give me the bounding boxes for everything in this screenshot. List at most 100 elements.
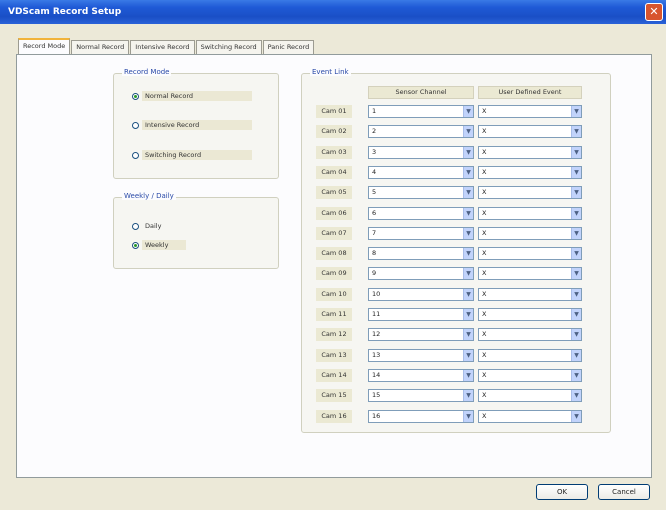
- chevron-down-icon[interactable]: ▼: [463, 147, 473, 158]
- tab-panic-record[interactable]: Panic Record: [262, 40, 315, 54]
- chevron-down-icon[interactable]: ▼: [571, 390, 581, 401]
- chevron-down-icon[interactable]: ▼: [463, 329, 473, 340]
- chevron-down-icon[interactable]: ▼: [463, 167, 473, 178]
- sensor-channel-select[interactable]: 6 ▼: [368, 207, 474, 220]
- select-value: 16: [372, 412, 381, 420]
- select-value: 12: [372, 330, 381, 338]
- sensor-channel-select[interactable]: 10 ▼: [368, 288, 474, 301]
- cam-label: Cam 06: [316, 207, 352, 220]
- select-value: 7: [372, 229, 377, 237]
- sensor-channel-select[interactable]: 14 ▼: [368, 369, 474, 382]
- user-event-select[interactable]: X ▼: [478, 146, 582, 159]
- user-event-select[interactable]: X ▼: [478, 288, 582, 301]
- chevron-down-icon[interactable]: ▼: [463, 106, 473, 117]
- chevron-down-icon[interactable]: ▼: [463, 370, 473, 381]
- chevron-down-icon[interactable]: ▼: [571, 309, 581, 320]
- user-event-select[interactable]: X ▼: [478, 349, 582, 362]
- chevron-down-icon[interactable]: ▼: [463, 411, 473, 422]
- select-value: 1: [372, 107, 377, 115]
- select-value: 6: [372, 209, 377, 217]
- tab-intensive-record[interactable]: Intensive Record: [130, 40, 195, 54]
- chevron-down-icon[interactable]: ▼: [463, 248, 473, 259]
- user-event-select[interactable]: X ▼: [478, 125, 582, 138]
- tab-switching-record[interactable]: Switching Record: [195, 40, 262, 54]
- chevron-down-icon[interactable]: ▼: [463, 228, 473, 239]
- user-event-select[interactable]: X ▼: [478, 410, 582, 423]
- select-value: 5: [372, 188, 377, 196]
- user-event-select[interactable]: X ▼: [478, 247, 582, 260]
- sensor-channel-select[interactable]: 5 ▼: [368, 186, 474, 199]
- chevron-down-icon[interactable]: ▼: [571, 126, 581, 137]
- chevron-down-icon[interactable]: ▼: [571, 289, 581, 300]
- radio-intensive-record[interactable]: Intensive Record: [132, 119, 252, 131]
- select-value: 4: [372, 168, 377, 176]
- chevron-down-icon[interactable]: ▼: [571, 187, 581, 198]
- user-event-select[interactable]: X ▼: [478, 186, 582, 199]
- sensor-channel-select[interactable]: 1 ▼: [368, 105, 474, 118]
- sensor-channel-select[interactable]: 2 ▼: [368, 125, 474, 138]
- chevron-down-icon[interactable]: ▼: [571, 147, 581, 158]
- user-event-select[interactable]: X ▼: [478, 105, 582, 118]
- chevron-down-icon[interactable]: ▼: [571, 329, 581, 340]
- select-value: 13: [372, 351, 381, 359]
- chevron-down-icon[interactable]: ▼: [463, 268, 473, 279]
- chevron-down-icon[interactable]: ▼: [571, 411, 581, 422]
- radio-normal-record[interactable]: Normal Record: [132, 90, 252, 102]
- sensor-channel-select[interactable]: 13 ▼: [368, 349, 474, 362]
- radio-switching-record[interactable]: Switching Record: [132, 149, 252, 161]
- sensor-channel-select[interactable]: 3 ▼: [368, 146, 474, 159]
- chevron-down-icon[interactable]: ▼: [571, 350, 581, 361]
- chevron-down-icon[interactable]: ▼: [463, 187, 473, 198]
- user-event-select[interactable]: X ▼: [478, 389, 582, 402]
- sensor-channel-select[interactable]: 16 ▼: [368, 410, 474, 423]
- user-event-select[interactable]: X ▼: [478, 207, 582, 220]
- user-event-select[interactable]: X ▼: [478, 328, 582, 341]
- cancel-button[interactable]: Cancel: [598, 484, 650, 500]
- radio-icon[interactable]: [132, 151, 139, 159]
- event-link-title: Event Link: [310, 68, 351, 76]
- tab-normal-record[interactable]: Normal Record: [71, 40, 130, 54]
- sensor-channel-select[interactable]: 9 ▼: [368, 267, 474, 280]
- sensor-channel-select[interactable]: 11 ▼: [368, 308, 474, 321]
- tab-panel: Record Mode Normal Record Intensive Reco…: [16, 54, 652, 478]
- chevron-down-icon[interactable]: ▼: [463, 208, 473, 219]
- select-value: 11: [372, 310, 381, 318]
- chevron-down-icon[interactable]: ▼: [571, 248, 581, 259]
- chevron-down-icon[interactable]: ▼: [463, 390, 473, 401]
- user-event-select[interactable]: X ▼: [478, 267, 582, 280]
- sensor-channel-select[interactable]: 7 ▼: [368, 227, 474, 240]
- user-event-select[interactable]: X ▼: [478, 369, 582, 382]
- sensor-channel-select[interactable]: 15 ▼: [368, 389, 474, 402]
- user-event-select[interactable]: X ▼: [478, 308, 582, 321]
- ok-button[interactable]: OK: [536, 484, 588, 500]
- close-icon[interactable]: ✕: [645, 3, 663, 21]
- user-event-select[interactable]: X ▼: [478, 227, 582, 240]
- radio-daily[interactable]: Daily: [132, 220, 164, 232]
- chevron-down-icon[interactable]: ▼: [463, 126, 473, 137]
- select-value: X: [482, 391, 487, 399]
- radio-label: Normal Record: [142, 91, 252, 101]
- sensor-channel-select[interactable]: 4 ▼: [368, 166, 474, 179]
- chevron-down-icon[interactable]: ▼: [571, 106, 581, 117]
- radio-weekly[interactable]: Weekly: [132, 239, 186, 251]
- radio-icon[interactable]: [132, 121, 139, 129]
- radio-icon[interactable]: [132, 92, 139, 100]
- chevron-down-icon[interactable]: ▼: [571, 228, 581, 239]
- chevron-down-icon[interactable]: ▼: [571, 268, 581, 279]
- chevron-down-icon[interactable]: ▼: [571, 167, 581, 178]
- chevron-down-icon[interactable]: ▼: [463, 309, 473, 320]
- select-value: 14: [372, 371, 381, 379]
- sensor-channel-select[interactable]: 12 ▼: [368, 328, 474, 341]
- user-event-select[interactable]: X ▼: [478, 166, 582, 179]
- chevron-down-icon[interactable]: ▼: [571, 370, 581, 381]
- radio-icon[interactable]: [132, 222, 139, 230]
- chevron-down-icon[interactable]: ▼: [463, 350, 473, 361]
- radio-label: Daily: [145, 222, 162, 230]
- radio-icon[interactable]: [132, 241, 139, 249]
- sensor-channel-select[interactable]: 8 ▼: [368, 247, 474, 260]
- cam-label: Cam 14: [316, 369, 352, 382]
- chevron-down-icon[interactable]: ▼: [463, 289, 473, 300]
- tab-record-mode[interactable]: Record Mode: [18, 38, 71, 54]
- title-bar: VDScam Record Setup ✕: [0, 0, 666, 24]
- chevron-down-icon[interactable]: ▼: [571, 208, 581, 219]
